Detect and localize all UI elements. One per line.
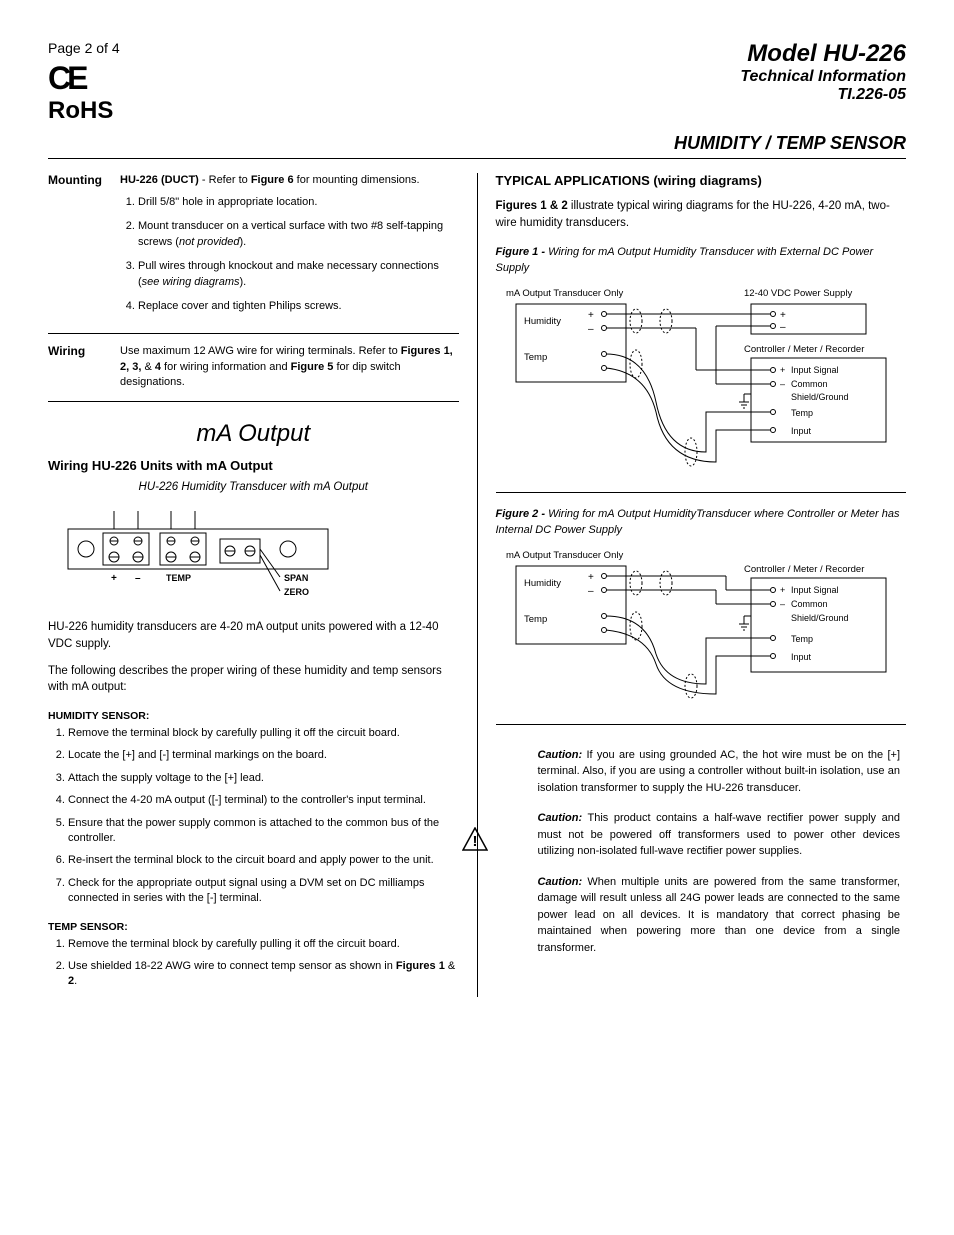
svg-text:+: + [111, 573, 117, 584]
header-left: Page 2 of 4 CE RoHS [48, 40, 120, 125]
divider [48, 333, 459, 334]
svg-text:Temp: Temp [524, 352, 547, 363]
applications-intro: Figures 1 & 2 illustrate typical wiring … [496, 198, 907, 231]
svg-text:–: – [135, 573, 141, 584]
svg-text:Temp: Temp [791, 408, 813, 418]
svg-text:Temp: Temp [791, 634, 813, 644]
header: Page 2 of 4 CE RoHS Model HU-226 Technic… [48, 40, 906, 125]
svg-text:Input: Input [791, 426, 812, 436]
svg-text:+: + [588, 572, 594, 583]
mounting-section: Mounting HU-226 (DUCT) - Refer to Figure… [48, 173, 459, 323]
warning-icon: ! [462, 827, 488, 851]
model-title: Model HU-226 [740, 40, 906, 68]
content-columns: Mounting HU-226 (DUCT) - Refer to Figure… [48, 173, 906, 997]
title-block: Model HU-226 Technical Information TI.22… [740, 40, 906, 104]
left-column: Mounting HU-226 (DUCT) - Refer to Figure… [48, 173, 478, 997]
svg-text:Temp: Temp [524, 614, 547, 625]
humidity-steps: Remove the terminal block by carefully p… [48, 726, 459, 907]
temp-sensor-heading: TEMP SENSOR: [48, 921, 459, 933]
mounting-step: Pull wires through knockout and make nec… [138, 259, 459, 291]
list-item: Ensure that the power supply common is a… [68, 816, 459, 847]
ma-output-title: mA Output [48, 420, 459, 448]
caution-1: Caution: If you are using grounded AC, t… [538, 747, 901, 797]
ce-mark-icon: CE [48, 60, 120, 97]
mounting-label: Mounting [48, 173, 120, 187]
temp-steps: Remove the terminal block by carefully p… [48, 937, 459, 990]
mounting-body: HU-226 (DUCT) - Refer to Figure 6 for mo… [120, 173, 459, 323]
svg-text:+: + [780, 585, 785, 595]
page-number: Page 2 of 4 [48, 40, 120, 56]
mounting-step: Mount transducer on a vertical surface w… [138, 219, 459, 251]
list-item: Remove the terminal block by carefully p… [68, 726, 459, 741]
svg-text:mA Output Transducer Only: mA Output Transducer Only [506, 550, 623, 561]
sensor-title: HUMIDITY / TEMP SENSOR [48, 133, 906, 154]
right-column: TYPICAL APPLICATIONS (wiring diagrams) F… [478, 173, 907, 997]
figure-1-title: Figure 1 - Wiring for mA Output Humidity… [496, 245, 907, 276]
svg-text:Input Signal: Input Signal [791, 585, 839, 595]
figure-1-diagram: mA Output Transducer Only 12-40 VDC Powe… [496, 282, 907, 482]
subtitle: Technical Information [740, 68, 906, 86]
svg-text:Humidity: Humidity [524, 316, 561, 327]
list-item: Attach the supply voltage to the [+] lea… [68, 771, 459, 786]
svg-text:+: + [588, 310, 594, 321]
list-item: Locate the [+] and [-] terminal markings… [68, 748, 459, 763]
svg-text:+: + [780, 365, 785, 375]
figure-2-diagram: mA Output Transducer Only Controller / M… [496, 544, 907, 704]
list-item: Connect the 4-20 mA output ([-] terminal… [68, 793, 459, 808]
svg-text:Common: Common [791, 379, 828, 389]
svg-text:Controller / Meter / Recorder: Controller / Meter / Recorder [744, 344, 864, 355]
svg-text:Shield/Ground: Shield/Ground [791, 392, 849, 402]
caution-3: Caution: When multiple units are powered… [538, 874, 901, 957]
svg-text:Common: Common [791, 599, 828, 609]
svg-text:Input Signal: Input Signal [791, 365, 839, 375]
header-rule [48, 158, 906, 159]
caution-block: Caution: If you are using grounded AC, t… [532, 737, 907, 967]
svg-text:+: + [780, 310, 786, 321]
ma-sub-heading: Wiring HU-226 Units with mA Output [48, 458, 459, 473]
list-item: Check for the appropriate output signal … [68, 876, 459, 907]
svg-text:Shield/Ground: Shield/Ground [791, 613, 849, 623]
wiring-body: Use maximum 12 AWG wire for wiring termi… [120, 344, 459, 392]
svg-text:–: – [780, 599, 785, 609]
divider [496, 724, 907, 725]
applications-heading: TYPICAL APPLICATIONS (wiring diagrams) [496, 173, 907, 188]
svg-text:Humidity: Humidity [524, 578, 561, 589]
list-item: Remove the terminal block by carefully p… [68, 937, 459, 952]
svg-text:Controller / Meter / Recorder: Controller / Meter / Recorder [744, 564, 864, 575]
terminal-diagram: SPAN ZERO + – TEMP [48, 499, 459, 609]
mounting-step: Drill 5/8" hole in appropriate location. [138, 195, 459, 211]
list-item: Re-insert the terminal block to the circ… [68, 853, 459, 868]
svg-text:12-40 VDC Power Supply: 12-40 VDC Power Supply [744, 288, 852, 299]
divider [496, 492, 907, 493]
doc-number: TI.226-05 [740, 86, 906, 104]
ma-para-2: The following describes the proper wirin… [48, 663, 459, 696]
svg-text:–: – [588, 324, 594, 335]
list-item: Use shielded 18-22 AWG wire to connect t… [68, 959, 459, 990]
mounting-steps: Drill 5/8" hole in appropriate location.… [120, 195, 459, 315]
compliance-logos: CE RoHS [48, 60, 120, 125]
svg-text:–: – [780, 379, 785, 389]
svg-text:Input: Input [791, 652, 812, 662]
figure-2-title: Figure 2 - Wiring for mA Output Humidity… [496, 507, 907, 538]
svg-text:ZERO: ZERO [284, 587, 309, 597]
svg-text:!: ! [472, 833, 477, 850]
ma-para-1: HU-226 humidity transducers are 4-20 mA … [48, 619, 459, 652]
svg-text:–: – [588, 586, 594, 597]
mounting-model-ref: HU-226 (DUCT) [120, 174, 199, 186]
svg-text:mA Output Transducer Only: mA Output Transducer Only [506, 288, 623, 299]
caution-2: Caution: This product contains a half-wa… [538, 810, 901, 860]
humidity-sensor-heading: HUMIDITY SENSOR: [48, 710, 459, 722]
svg-text:–: – [780, 322, 786, 333]
svg-text:SPAN: SPAN [284, 573, 308, 583]
mounting-step: Replace cover and tighten Philips screws… [138, 299, 459, 315]
rohs-mark-icon: RoHS [48, 97, 120, 125]
wiring-section: Wiring Use maximum 12 AWG wire for wirin… [48, 344, 459, 392]
divider [48, 401, 459, 402]
wiring-label: Wiring [48, 344, 120, 358]
ma-fig-caption: HU-226 Humidity Transducer with mA Outpu… [48, 481, 459, 493]
svg-text:TEMP: TEMP [166, 573, 191, 583]
